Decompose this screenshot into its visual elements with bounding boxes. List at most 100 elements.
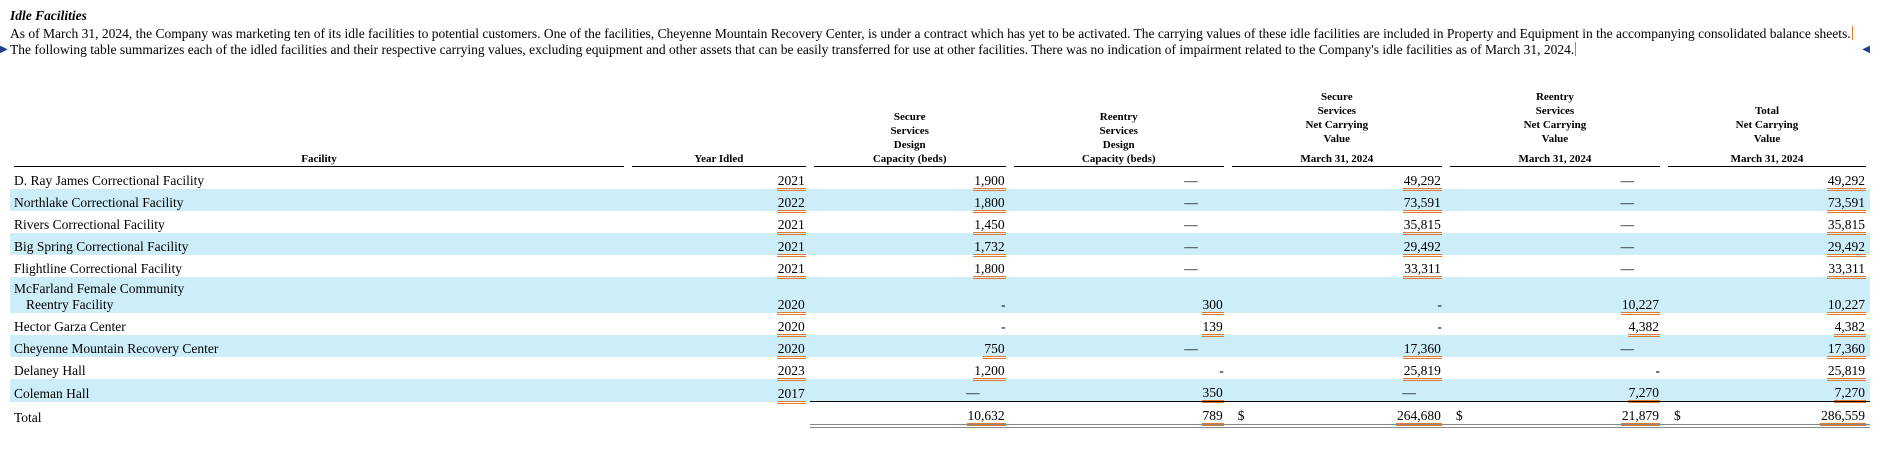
- reentry-value: —: [1620, 173, 1634, 188]
- right-margin-arrow-icon[interactable]: ◀: [1862, 42, 1870, 58]
- total-value: 10,227: [1663, 277, 1870, 315]
- secure-beds: 1,900: [810, 167, 1010, 191]
- table-row: Rivers Correctional Facility 2021 1,450 …: [10, 211, 1870, 235]
- reentry-value: —: [1445, 189, 1664, 211]
- secure-value: -: [1437, 319, 1442, 334]
- reentry-beds: 350: [1009, 379, 1228, 403]
- total-reentry-beds: 789: [1009, 401, 1228, 428]
- table-row: Hector Garza Center 2020 - 139 - 4,382 4…: [10, 313, 1870, 337]
- secure-value: 49,292: [1228, 167, 1446, 191]
- facility-name: Northlake Correctional Facility: [10, 189, 628, 211]
- total-value: 7,270: [1663, 379, 1870, 403]
- text-cursor-marker: [1575, 42, 1577, 56]
- reentry-beds: —: [1184, 173, 1198, 188]
- left-margin-arrow-icon[interactable]: ▶: [0, 42, 8, 58]
- secure-beds: 1,450: [810, 211, 1010, 235]
- year-idled: 2021: [628, 255, 810, 279]
- reentry-value: -: [1655, 363, 1660, 378]
- header-reentry-design: Reentry Services Design Capacity (beds): [1010, 90, 1228, 167]
- secure-beds: —: [809, 379, 1010, 402]
- reentry-value: —: [1620, 217, 1634, 232]
- secure-value: 29,492: [1227, 233, 1446, 257]
- secure-beds: 1,200: [810, 357, 1010, 381]
- table-row: Delaney Hall 2023 1,200 - 25,819 - 25,81…: [10, 357, 1870, 381]
- reentry-beds: —: [1009, 189, 1228, 211]
- document-page: Idle Facilities ▶ As of March 31, 2024, …: [0, 6, 1870, 428]
- total-row: Total 10,632 789 $264,680 $21,879 $286,559: [10, 401, 1870, 428]
- total-value: 17,360: [1663, 335, 1870, 359]
- reentry-value: 4,382: [1446, 313, 1664, 337]
- secure-beds: 1,732: [809, 233, 1010, 257]
- text-cursor-marker: [1851, 26, 1853, 40]
- secure-value: —: [1227, 379, 1446, 402]
- secure-beds: 750: [809, 335, 1010, 359]
- table-row: Coleman Hall 2017 — 350 — 7,270 7,270: [10, 379, 1870, 404]
- year-idled: 2021: [628, 211, 810, 235]
- facility-name: Hector Garza Center: [14, 319, 126, 334]
- reentry-beds: —: [1184, 217, 1198, 232]
- secure-value: 17,360: [1227, 335, 1446, 359]
- total-value: 33,311: [1664, 255, 1870, 279]
- year-idled: 2020: [628, 313, 810, 337]
- facility-name: Delaney Hall: [14, 363, 86, 378]
- paragraph-part-1: As of March 31, 2024, the Company was ma…: [10, 26, 1851, 41]
- section-heading: Idle Facilities: [10, 8, 87, 23]
- reentry-value: 10,227: [1445, 277, 1664, 315]
- secure-beds: 1,800: [810, 255, 1010, 279]
- table-header-row: Facility Year Idled Secure Services Desi…: [10, 90, 1870, 167]
- total-total-value: $286,559: [1663, 401, 1870, 428]
- total-value: 29,492: [1663, 233, 1870, 257]
- year-idled: 2020: [627, 277, 810, 315]
- reentry-value: —: [1445, 233, 1664, 255]
- facility-name: McFarland Female Community Reentry Facili…: [10, 277, 628, 313]
- secure-beds: -: [809, 277, 1010, 313]
- table-row: D. Ray James Correctional Facility 2021 …: [10, 167, 1870, 191]
- reentry-beds: —: [1009, 335, 1228, 357]
- secure-value: 35,815: [1228, 211, 1446, 235]
- reentry-beds: -: [1219, 363, 1224, 378]
- total-value: 25,819: [1664, 357, 1870, 381]
- table-row: Cheyenne Mountain Recovery Center 2020 7…: [10, 335, 1870, 359]
- table-body: D. Ray James Correctional Facility 2021 …: [10, 167, 1870, 428]
- reentry-value: —: [1445, 335, 1664, 357]
- paragraph-part-2: The following table summarizes each of t…: [10, 42, 1575, 57]
- facility-name: Cheyenne Mountain Recovery Center: [10, 335, 628, 357]
- section-paragraph: ▶ As of March 31, 2024, the Company was …: [0, 26, 1870, 58]
- table-row: McFarland Female Community Reentry Facili…: [10, 277, 1870, 315]
- header-secure-ncv: Secure Services Net Carrying Value March…: [1228, 90, 1446, 167]
- table-row: Northlake Correctional Facility 2022 1,8…: [10, 189, 1870, 213]
- total-label: Total: [14, 410, 42, 425]
- year-idled: 2020: [627, 335, 810, 359]
- header-year-idled: Year Idled: [628, 90, 810, 167]
- facility-name: Flightline Correctional Facility: [14, 261, 182, 276]
- year-idled: 2021: [628, 167, 810, 191]
- year-idled: 2022: [627, 189, 810, 213]
- idle-facilities-table: Facility Year Idled Secure Services Desi…: [10, 90, 1870, 428]
- header-facility: Facility: [10, 90, 628, 167]
- header-secure-design: Secure Services Design Capacity (beds): [810, 90, 1010, 167]
- secure-value: 33,311: [1228, 255, 1446, 279]
- header-reentry-ncv: Reentry Services Net Carrying Value Marc…: [1446, 90, 1664, 167]
- secure-beds: -: [1001, 319, 1006, 334]
- header-total-ncv: Total Net Carrying Value March 31, 2024: [1664, 90, 1870, 167]
- reentry-beds: —: [1184, 261, 1198, 276]
- total-value: 49,292: [1664, 167, 1870, 191]
- year-idled: 2021: [627, 233, 810, 257]
- facility-name: Coleman Hall: [10, 379, 628, 402]
- secure-value: -: [1227, 277, 1446, 313]
- reentry-beds: 300: [1009, 277, 1228, 315]
- total-value: 4,382: [1664, 313, 1870, 337]
- reentry-value: —: [1620, 261, 1634, 276]
- reentry-value: 7,270: [1445, 379, 1664, 403]
- total-value: 73,591: [1663, 189, 1870, 213]
- secure-beds: 1,800: [809, 189, 1010, 213]
- year-idled: 2017: [627, 379, 810, 404]
- reentry-beds: 139: [1010, 313, 1228, 337]
- table-row: Big Spring Correctional Facility 2021 1,…: [10, 233, 1870, 257]
- table-row: Flightline Correctional Facility 2021 1,…: [10, 255, 1870, 279]
- secure-value: 73,591: [1227, 189, 1446, 213]
- total-reentry-value: $21,879: [1445, 401, 1664, 428]
- facility-name: Rivers Correctional Facility: [14, 217, 165, 232]
- total-secure-value: $264,680: [1227, 401, 1446, 428]
- total-year: [628, 402, 810, 427]
